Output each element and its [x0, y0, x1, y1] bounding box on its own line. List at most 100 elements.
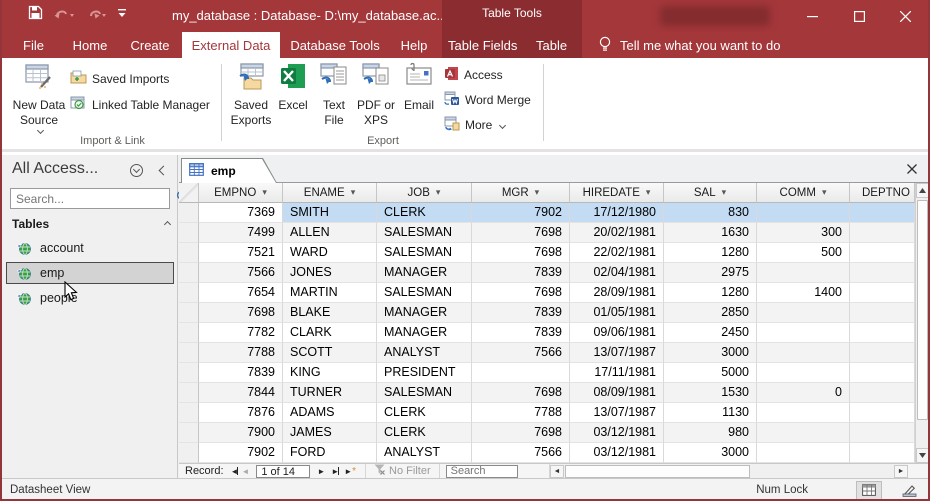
new-data-source-button[interactable]: New Data Source [10, 62, 68, 135]
cell-comm[interactable] [757, 423, 850, 443]
cell-hiredate[interactable]: 02/04/1981 [570, 263, 664, 283]
cell-mgr[interactable]: 7902 [472, 203, 570, 223]
scroll-down-icon[interactable] [916, 448, 928, 463]
datasheet-view-button[interactable] [856, 480, 882, 499]
cell-sal[interactable]: 830 [664, 203, 757, 223]
tell-me-box[interactable]: Tell me what you want to do [598, 32, 780, 58]
saved-imports-button[interactable]: Saved Imports [70, 70, 169, 87]
cell-comm[interactable] [757, 263, 850, 283]
close-document-icon[interactable] [904, 161, 920, 177]
cell-deptno[interactable] [850, 323, 915, 343]
cell-empno[interactable]: 7698 [199, 303, 283, 323]
cell-ename[interactable]: TURNER [283, 383, 377, 403]
cell-hiredate[interactable]: 08/09/1981 [570, 383, 664, 403]
tab-home[interactable]: Home [62, 32, 118, 58]
record-selector[interactable] [179, 303, 199, 323]
cell-comm[interactable] [757, 343, 850, 363]
vertical-scrollbar[interactable] [915, 183, 928, 463]
scroll-up-icon[interactable] [916, 183, 928, 198]
column-header-empno[interactable]: EMPNO ▾ [199, 183, 283, 203]
cell-deptno[interactable] [850, 343, 915, 363]
cell-mgr[interactable]: 7839 [472, 323, 570, 343]
more-export-button[interactable]: More [444, 116, 507, 134]
cell-deptno[interactable] [850, 303, 915, 323]
cell-comm[interactable] [757, 323, 850, 343]
cell-sal[interactable]: 2450 [664, 323, 757, 343]
cell-comm[interactable] [757, 203, 850, 223]
column-dropdown-icon[interactable]: ▾ [822, 187, 827, 198]
cell-sal[interactable]: 1130 [664, 403, 757, 423]
customize-quick-access-icon[interactable] [117, 7, 127, 19]
cell-empno[interactable]: 7900 [199, 423, 283, 443]
record-selector[interactable] [179, 203, 199, 223]
select-all-corner[interactable] [179, 183, 199, 203]
cell-comm[interactable]: 500 [757, 243, 850, 263]
cell-hiredate[interactable]: 03/12/1981 [570, 443, 664, 463]
cell-comm[interactable]: 0 [757, 383, 850, 403]
tables-group-header[interactable]: Tables [12, 217, 172, 231]
cell-job[interactable]: CLERK [377, 203, 472, 223]
cell-ename[interactable]: BLAKE [283, 303, 377, 323]
cell-hiredate[interactable]: 13/07/1987 [570, 403, 664, 423]
collapse-group-icon[interactable] [163, 220, 172, 228]
cell-hiredate[interactable]: 01/05/1981 [570, 303, 664, 323]
horizontal-scrollbar[interactable]: ◄ ► [549, 464, 908, 479]
cell-ename[interactable]: KING [283, 363, 377, 383]
cell-ename[interactable]: MARTIN [283, 283, 377, 303]
saved-exports-button[interactable]: Saved Exports [228, 62, 274, 128]
cell-job[interactable]: SALESMAN [377, 283, 472, 303]
previous-record-button[interactable]: ◄ [238, 467, 252, 476]
tab-table[interactable]: Table [530, 32, 573, 58]
record-selector[interactable] [179, 423, 199, 443]
cell-empno[interactable]: 7788 [199, 343, 283, 363]
cell-deptno[interactable] [850, 443, 915, 463]
column-header-ename[interactable]: ENAME ▾ [283, 183, 377, 203]
cell-empno[interactable]: 7844 [199, 383, 283, 403]
cell-hiredate[interactable]: 28/09/1981 [570, 283, 664, 303]
cell-comm[interactable] [757, 443, 850, 463]
cell-ename[interactable]: CLARK [283, 323, 377, 343]
record-selector[interactable] [179, 323, 199, 343]
sidebar-item-account[interactable]: account [6, 237, 174, 259]
cell-ename[interactable]: SCOTT [283, 343, 377, 363]
column-dropdown-icon[interactable]: ▾ [535, 187, 540, 198]
cell-deptno[interactable] [850, 223, 915, 243]
cell-job[interactable]: MANAGER [377, 323, 472, 343]
cell-ename[interactable]: JONES [283, 263, 377, 283]
cell-job[interactable]: ANALYST [377, 443, 472, 463]
column-dropdown-icon[interactable]: ▾ [722, 187, 727, 198]
column-dropdown-icon[interactable]: ▾ [262, 187, 267, 198]
text-file-button[interactable]: Text File [316, 62, 352, 128]
cell-sal[interactable]: 3000 [664, 343, 757, 363]
cell-hiredate[interactable]: 17/11/1981 [570, 363, 664, 383]
email-button[interactable]: Email [400, 62, 438, 113]
cell-empno[interactable]: 7521 [199, 243, 283, 263]
cell-sal[interactable]: 1280 [664, 243, 757, 263]
cell-mgr[interactable]: 7698 [472, 383, 570, 403]
cell-job[interactable]: SALESMAN [377, 243, 472, 263]
tab-database-tools[interactable]: Database Tools [282, 32, 388, 58]
vertical-scroll-thumb[interactable] [917, 200, 928, 420]
cell-empno[interactable]: 7876 [199, 403, 283, 423]
cell-ename[interactable]: ALLEN [283, 223, 377, 243]
record-selector[interactable] [179, 443, 199, 463]
account-name-blurred[interactable] [660, 6, 770, 26]
cell-sal[interactable]: 3000 [664, 443, 757, 463]
cell-ename[interactable]: FORD [283, 443, 377, 463]
cell-job[interactable]: MANAGER [377, 263, 472, 283]
tab-help[interactable]: Help [390, 32, 438, 58]
sidebar-item-emp[interactable]: emp [6, 262, 174, 284]
cell-job[interactable]: CLERK [377, 423, 472, 443]
undo-icon[interactable] [53, 6, 75, 20]
linked-table-manager-button[interactable]: Linked Table Manager [70, 96, 210, 113]
cell-mgr[interactable]: 7698 [472, 423, 570, 443]
cell-sal[interactable]: 1530 [664, 383, 757, 403]
tab-file[interactable]: File [10, 32, 57, 58]
cell-sal[interactable]: 5000 [664, 363, 757, 383]
cell-deptno[interactable] [850, 403, 915, 423]
cell-empno[interactable]: 7566 [199, 263, 283, 283]
cell-deptno[interactable] [850, 263, 915, 283]
cell-deptno[interactable] [850, 423, 915, 443]
cell-sal[interactable]: 2850 [664, 303, 757, 323]
cell-hiredate[interactable]: 09/06/1981 [570, 323, 664, 343]
